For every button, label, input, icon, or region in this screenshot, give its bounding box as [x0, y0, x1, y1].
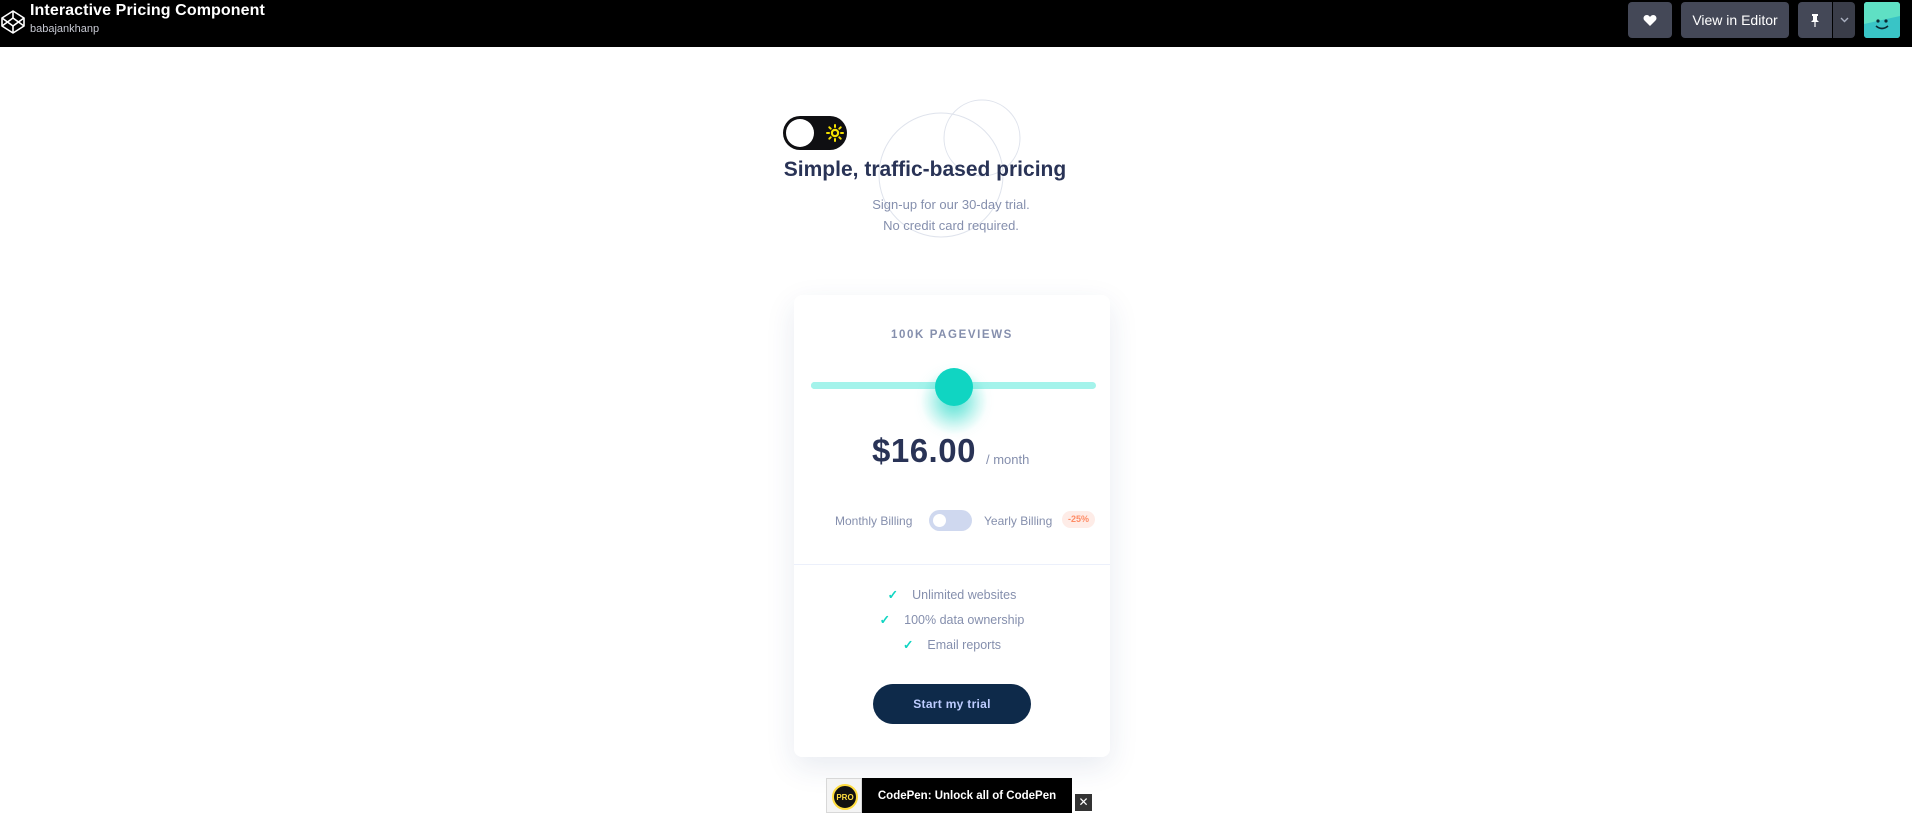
pen-author[interactable]: babajankhanp	[30, 23, 99, 35]
pricing-card: 100K PAGEVIEWS $16.00 / month Monthly Bi…	[794, 295, 1110, 757]
pen-title: Interactive Pricing Component	[30, 2, 265, 19]
list-item: ✓ Email reports	[794, 637, 1110, 662]
top-bar: Interactive Pricing Component babajankha…	[0, 0, 1912, 47]
billing-toggle-row: Monthly Billing Yearly Billing -25%	[794, 507, 1110, 533]
feature-text: Unlimited websites	[912, 588, 1017, 602]
pin-dropdown-button[interactable]	[1833, 2, 1855, 38]
pageviews-slider-thumb[interactable]	[934, 368, 973, 406]
subtitle-line-1: Sign-up for our 30-day trial.	[872, 197, 1030, 212]
codepen-pro-promo[interactable]: PRO CodePen: Unlock all of CodePen	[826, 778, 1076, 813]
theme-toggle[interactable]	[783, 116, 847, 150]
discount-badge: -25%	[1062, 511, 1096, 528]
pro-badge-icon: PRO	[832, 784, 858, 810]
billing-switch-knob	[933, 514, 946, 527]
yearly-billing-label: Yearly Billing	[984, 514, 1053, 528]
theme-toggle-knob	[786, 119, 814, 147]
list-item: ✓ 100% data ownership	[794, 612, 1110, 637]
close-icon[interactable]: ✕	[1075, 794, 1092, 811]
pageviews-label: 100K PAGEVIEWS	[891, 329, 1013, 341]
avatar[interactable]	[1864, 2, 1900, 38]
start-trial-button[interactable]: Start my trial	[873, 684, 1031, 724]
sun-icon	[826, 124, 844, 142]
check-icon: ✓	[902, 638, 914, 652]
pin-button[interactable]	[1798, 2, 1832, 38]
chevron-down-icon	[1840, 17, 1848, 23]
codepen-logo-icon[interactable]	[0, 8, 26, 36]
promo-text[interactable]: CodePen: Unlock all of CodePen	[862, 778, 1072, 813]
price-period: / month	[986, 452, 1030, 467]
avatar-face-icon	[1864, 2, 1900, 38]
like-button[interactable]	[1628, 2, 1672, 38]
view-in-editor-button[interactable]: View in Editor	[1681, 2, 1789, 38]
heart-icon	[1643, 14, 1657, 26]
promo-pro-container: PRO	[826, 778, 862, 813]
pin-icon	[1811, 14, 1819, 27]
feature-list: ✓ Unlimited websites ✓ 100% data ownership…	[794, 587, 1110, 662]
check-icon: ✓	[887, 588, 899, 602]
subtitle-line-2: No credit card required.	[883, 218, 1019, 233]
price-value: $16.00	[872, 432, 976, 469]
monthly-billing-label: Monthly Billing	[835, 514, 913, 528]
feature-text: 100% data ownership	[904, 613, 1025, 627]
list-item: ✓ Unlimited websites	[794, 587, 1110, 612]
billing-switch[interactable]	[929, 510, 972, 531]
page-title: Simple, traffic-based pricing	[783, 158, 1067, 181]
check-icon: ✓	[879, 613, 891, 627]
card-divider	[794, 564, 1110, 565]
feature-text: Email reports	[927, 638, 1002, 652]
